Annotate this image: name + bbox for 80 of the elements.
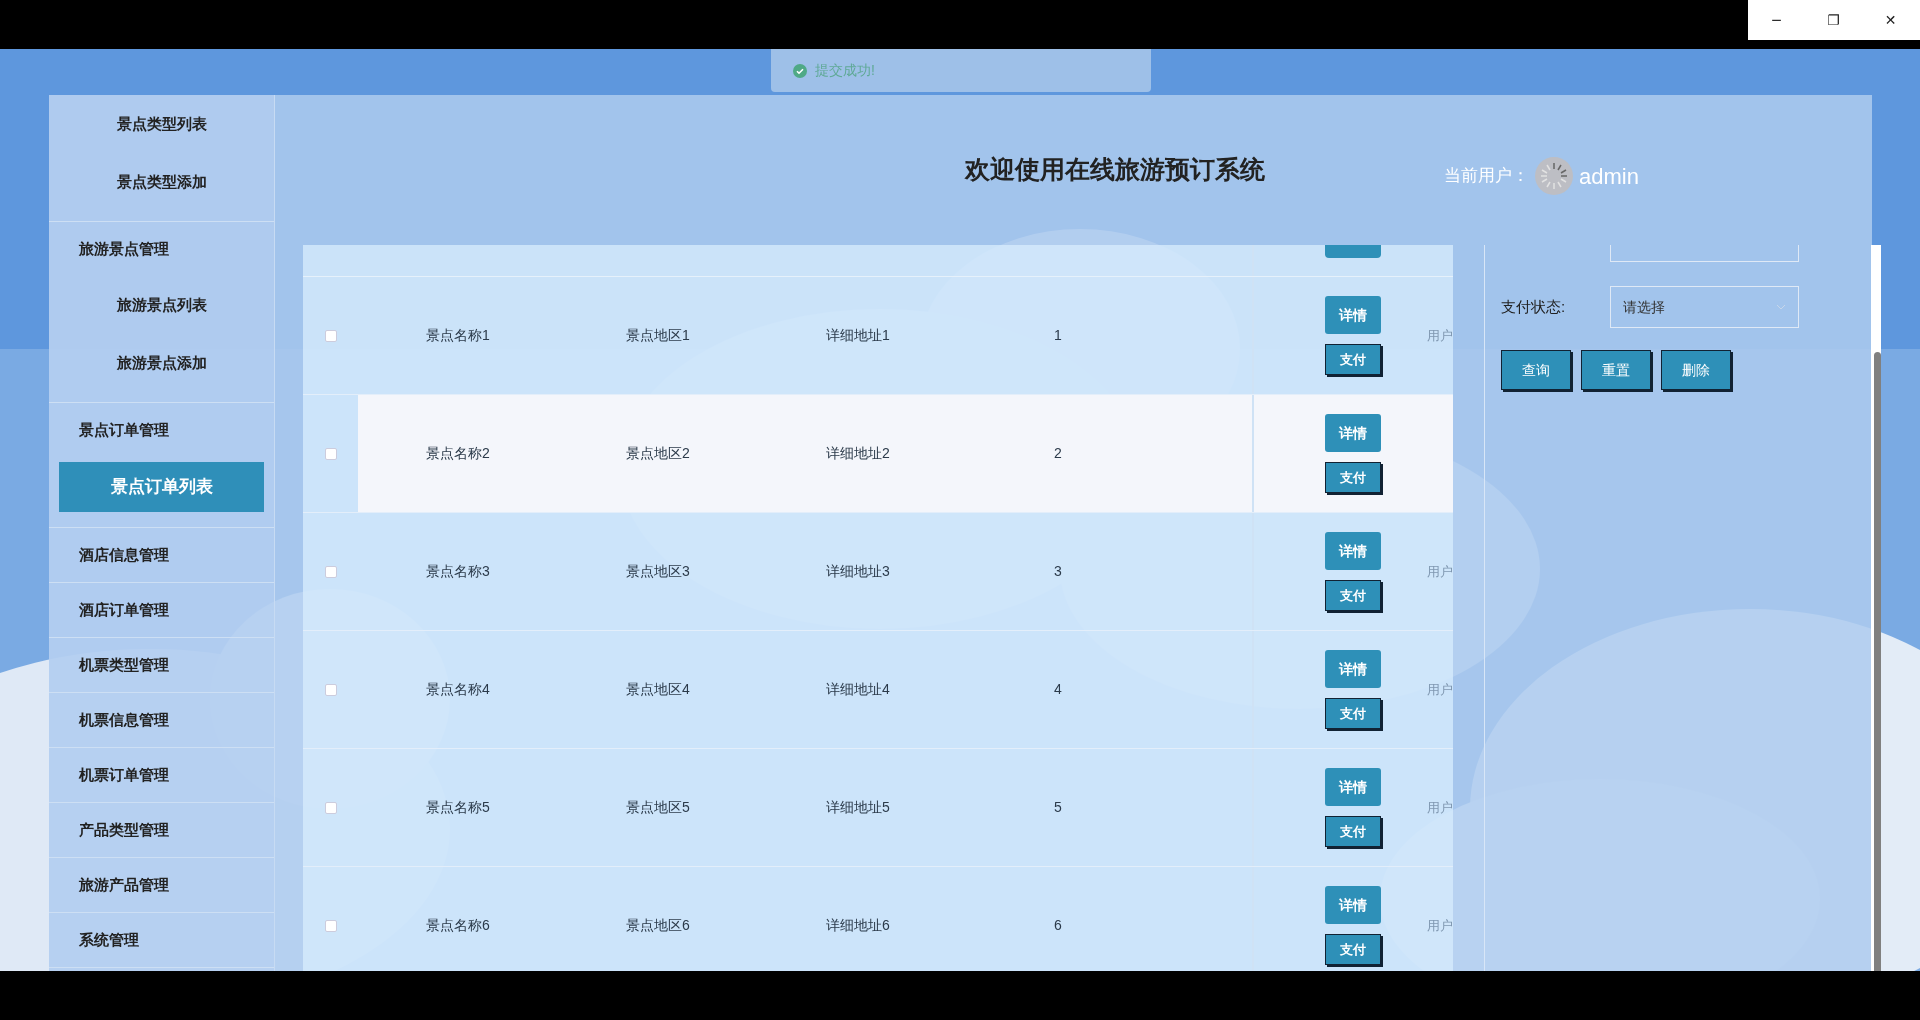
checkbox[interactable]: [324, 801, 337, 814]
action-button[interactable]: [1325, 245, 1381, 258]
check-icon: [793, 63, 807, 78]
pay-button[interactable]: 支付: [1325, 698, 1381, 729]
sidebar-group[interactable]: 酒店订单管理: [49, 583, 274, 637]
pay-button[interactable]: 支付: [1325, 934, 1381, 965]
table-cell-text: 用户: [1427, 326, 1453, 345]
table-cell-text: 景点名称6: [426, 916, 490, 935]
sidebar-group[interactable]: 旅游产品管理: [49, 858, 274, 912]
avatar-icon: [1535, 157, 1573, 195]
sidebar-group[interactable]: 酒店信息管理: [49, 528, 274, 582]
table-cell-text: 1: [1054, 326, 1062, 345]
detail-button[interactable]: 详情: [1325, 768, 1381, 806]
detail-button[interactable]: 详情: [1325, 414, 1381, 452]
table-cell-text: 景点地区4: [626, 680, 690, 699]
table-cell-text: 2: [1054, 444, 1062, 463]
sidebar-item[interactable]: 旅游景点列表: [49, 276, 274, 334]
filter-button[interactable]: 删除: [1661, 350, 1731, 390]
table-cell-text: 详细地址6: [826, 916, 890, 935]
table-cell-text: 景点名称5: [426, 798, 490, 817]
table-cell-text: 景点名称2: [426, 444, 490, 463]
field-label: 支付状态:: [1501, 296, 1567, 317]
user-label: 当前用户：: [1444, 165, 1529, 188]
pay-button[interactable]: 支付: [1325, 580, 1381, 611]
table-cell-text: 详细地址3: [826, 562, 890, 581]
table-cell-text: 景点名称4: [426, 680, 490, 699]
filter-button[interactable]: 查询: [1501, 350, 1571, 390]
table-cell-text: 详细地址5: [826, 798, 890, 817]
table-cell-text: 景点地区5: [626, 798, 690, 817]
sidebar-item[interactable]: 旅游景点添加: [49, 334, 274, 392]
checkbox[interactable]: [324, 329, 337, 342]
pay-button[interactable]: 支付: [1325, 462, 1381, 493]
table-cell-text: 用户: [1427, 680, 1453, 699]
table-cell-text: 景点地区3: [626, 562, 690, 581]
table-cell-text: 景点地区2: [626, 444, 690, 463]
page-title: 欢迎使用在线旅游预订系统: [965, 154, 1265, 185]
minimize-button[interactable]: ─: [1748, 0, 1805, 40]
sidebar-group[interactable]: 旅游景点管理: [49, 222, 274, 276]
table-cell-text: 景点地区1: [626, 326, 690, 345]
detail-button[interactable]: 详情: [1325, 532, 1381, 570]
table-cell-text: 详细地址4: [826, 680, 890, 699]
table-cell-text: 4: [1054, 680, 1062, 699]
table-cell-text: 5: [1054, 798, 1062, 817]
payment-status-select[interactable]: 请选择: [1610, 286, 1799, 328]
sidebar-item[interactable]: 景点类型列表: [49, 95, 274, 153]
sidebar-group[interactable]: 机票类型管理: [49, 638, 274, 692]
filter-button[interactable]: 重置: [1581, 350, 1651, 390]
table-cell-text: 用户: [1427, 916, 1453, 935]
checkbox[interactable]: [324, 447, 337, 460]
table-cell-text: 6: [1054, 916, 1062, 935]
close-button[interactable]: ✕: [1862, 0, 1919, 40]
sidebar-group[interactable]: 产品类型管理: [49, 803, 274, 857]
sidebar-group[interactable]: 系统管理: [49, 913, 274, 967]
table-cell-text: 3: [1054, 562, 1062, 581]
checkbox[interactable]: [324, 683, 337, 696]
maximize-button[interactable]: ❐: [1805, 0, 1862, 40]
table-cell-text: 景点地区6: [626, 916, 690, 935]
detail-button[interactable]: 详情: [1325, 296, 1381, 334]
table-cell-text: 用户: [1427, 562, 1453, 581]
table-cell-text: 用户: [1427, 798, 1453, 817]
table-cell-text: 景点名称3: [426, 562, 490, 581]
pay-button[interactable]: 支付: [1325, 344, 1381, 375]
table-cell-text: 景点名称1: [426, 326, 490, 345]
toast-message: 提交成功!: [815, 61, 875, 80]
sidebar-item[interactable]: 景点类型添加: [49, 153, 274, 211]
sidebar-group[interactable]: 机票信息管理: [49, 693, 274, 747]
caret-icon: [1776, 304, 1786, 310]
table-cell-text: 详细地址1: [826, 326, 890, 345]
username: admin: [1579, 162, 1639, 191]
checkbox[interactable]: [324, 565, 337, 578]
text-field[interactable]: [1610, 245, 1799, 262]
detail-button[interactable]: 详情: [1325, 886, 1381, 924]
checkbox[interactable]: [324, 919, 337, 932]
detail-button[interactable]: 详情: [1325, 650, 1381, 688]
scrollbar-thumb[interactable]: [1874, 352, 1881, 971]
pay-button[interactable]: 支付: [1325, 816, 1381, 847]
sidebar-group[interactable]: 机票订单管理: [49, 748, 274, 802]
sidebar-group[interactable]: 景点订单管理: [49, 403, 274, 457]
sidebar-item[interactable]: 景点订单列表: [59, 462, 264, 512]
table-cell-text: 详细地址2: [826, 444, 890, 463]
